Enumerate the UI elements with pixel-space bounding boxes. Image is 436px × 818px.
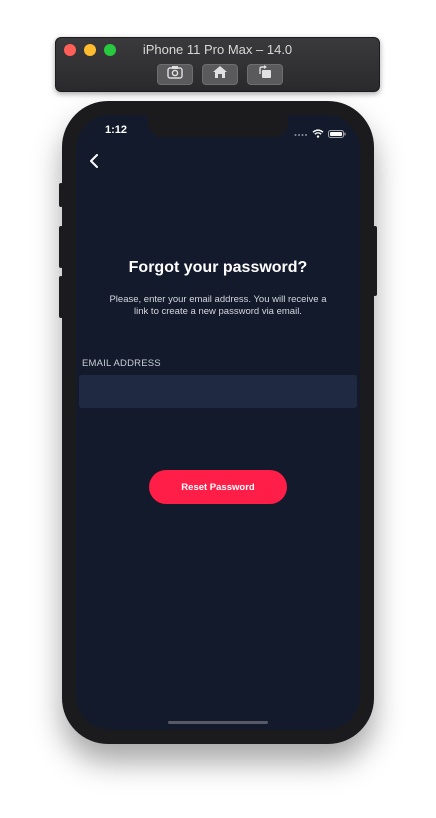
status-icons bbox=[294, 125, 346, 143]
email-label: EMAIL ADDRESS bbox=[82, 358, 161, 369]
simulator-title: iPhone 11 Pro Max – 14.0 bbox=[142, 42, 293, 57]
volume-down-button bbox=[59, 276, 63, 318]
simulator-toolbar: iPhone 11 Pro Max – 14.0 bbox=[55, 37, 380, 92]
status-time: 1:12 bbox=[105, 124, 128, 136]
email-field[interactable] bbox=[79, 375, 357, 408]
battery-icon bbox=[328, 125, 346, 143]
mute-switch bbox=[59, 183, 63, 207]
rotate-icon bbox=[257, 65, 273, 84]
volume-up-button bbox=[59, 226, 63, 268]
power-button bbox=[373, 226, 377, 296]
home-button[interactable] bbox=[202, 64, 238, 85]
screenshot-icon bbox=[167, 65, 183, 84]
back-button[interactable] bbox=[82, 151, 106, 175]
home-indicator[interactable] bbox=[168, 721, 268, 724]
home-icon bbox=[212, 65, 228, 84]
app-screen: 1:12 Forgot your password? Please, enter… bbox=[76, 115, 360, 730]
page-description: Please, enter your email address. You wi… bbox=[109, 294, 327, 317]
rotate-button[interactable] bbox=[247, 64, 283, 85]
notch bbox=[148, 115, 288, 137]
reset-password-button[interactable]: Reset Password bbox=[149, 470, 287, 504]
signal-icon bbox=[294, 125, 308, 143]
chevron-left-icon bbox=[89, 153, 99, 173]
screenshot-button[interactable] bbox=[157, 64, 193, 85]
page-title: Forgot your password? bbox=[128, 259, 308, 276]
wifi-icon bbox=[312, 125, 324, 143]
